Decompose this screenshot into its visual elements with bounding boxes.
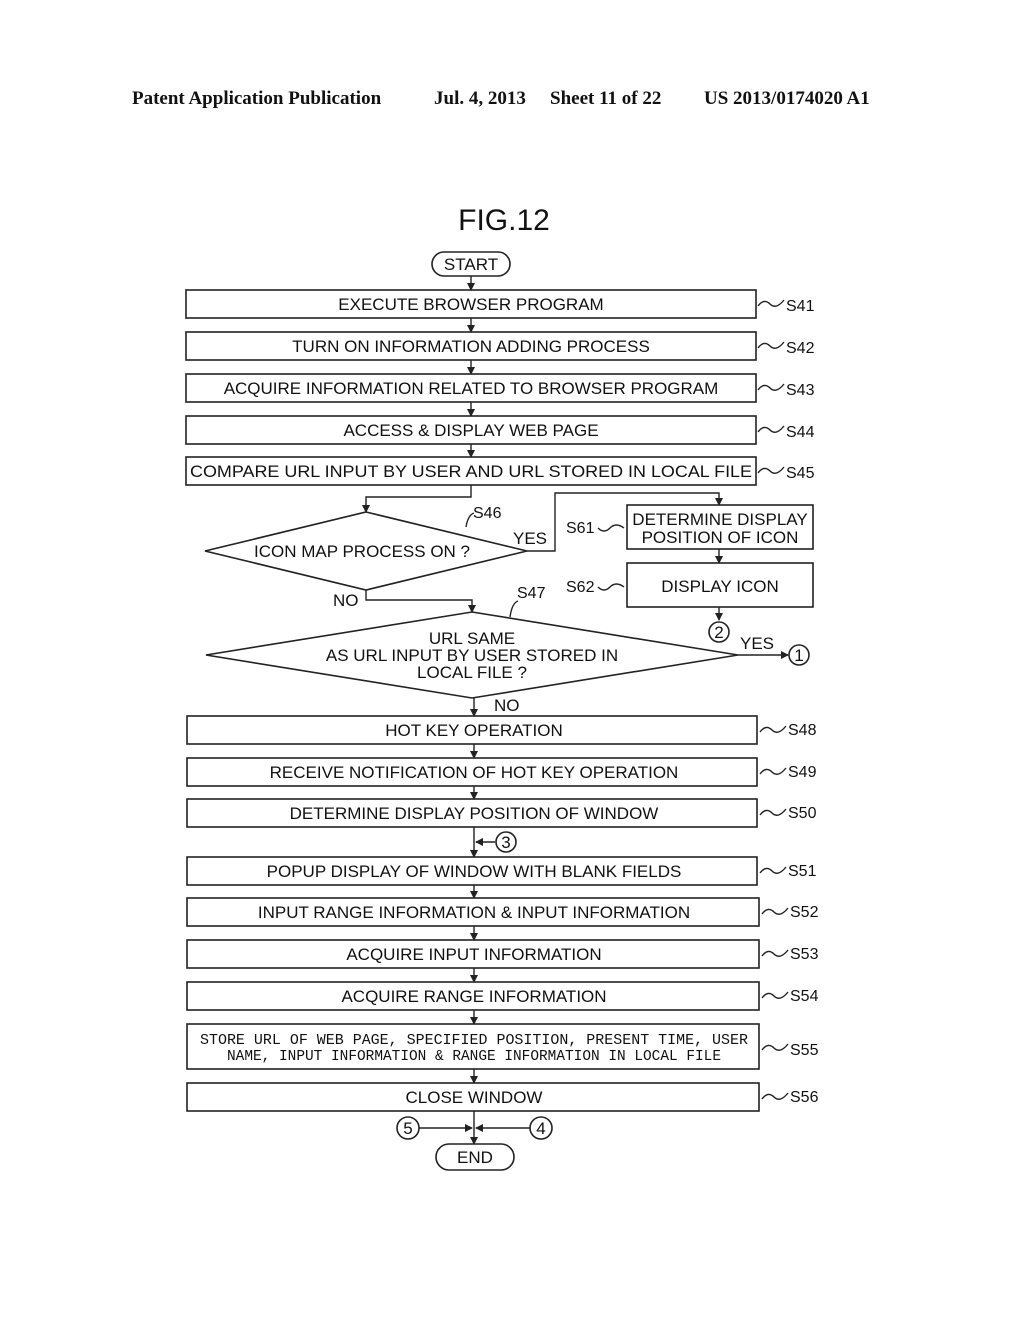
connector-label: 5 [403, 1119, 412, 1138]
step-id: S47 [517, 585, 546, 602]
branch-yes-label: YES [513, 529, 547, 548]
step-id: S56 [790, 1089, 819, 1106]
flowchart: FIG.12 START EXECUTE BROWSER PROGRAM S41… [185, 204, 819, 1171]
connector-4: 4 [529, 1116, 553, 1140]
step-text: ACQUIRE INPUT INFORMATION [346, 945, 601, 964]
step-text: ACQUIRE INFORMATION RELATED TO BROWSER P… [224, 379, 719, 398]
leader-line [757, 341, 785, 349]
leader-line [761, 949, 789, 957]
step-s41: EXECUTE BROWSER PROGRAM S41 [185, 289, 815, 319]
step-s62: DISPLAY ICON S62 [566, 562, 814, 608]
step-text: TURN ON INFORMATION ADDING PROCESS [292, 337, 650, 356]
leader-line [757, 299, 785, 307]
decision-text-line3: LOCAL FILE ? [417, 663, 527, 682]
step-id: S52 [790, 904, 819, 921]
step-id: S51 [788, 863, 817, 880]
step-text-line2: POSITION OF ICON [642, 528, 799, 547]
figure-title: FIG.12 [458, 204, 550, 237]
branch-no-label: NO [333, 591, 359, 610]
step-id: S61 [566, 520, 595, 537]
step-id: S62 [566, 579, 595, 596]
end-label: END [457, 1148, 493, 1167]
connector-1: 1 [788, 644, 810, 666]
step-id: S41 [786, 298, 815, 315]
step-s56: CLOSE WINDOW S56 [186, 1082, 819, 1112]
step-s51: POPUP DISPLAY OF WINDOW WITH BLANK FIELD… [186, 856, 817, 886]
leader-line [757, 425, 785, 433]
step-s45: COMPARE URL INPUT BY USER AND URL STORED… [185, 456, 815, 486]
step-s61: DETERMINE DISPLAY POSITION OF ICON S61 [566, 504, 814, 550]
connector-label: 2 [714, 623, 723, 642]
start-terminal: START [431, 251, 511, 277]
step-id: S49 [788, 764, 817, 781]
step-text-line2: NAME, INPUT INFORMATION & RANGE INFORMAT… [227, 1048, 721, 1065]
leader-line [761, 1043, 789, 1051]
leader-line [509, 600, 519, 618]
step-s49: RECEIVE NOTIFICATION OF HOT KEY OPERATIO… [186, 757, 817, 787]
leader-line [761, 991, 789, 999]
step-s50: DETERMINE DISPLAY POSITION OF WINDOW S50 [186, 798, 817, 828]
leader-line [757, 383, 785, 391]
arrow [362, 485, 472, 513]
leader-line [759, 725, 787, 733]
step-id: S43 [786, 382, 815, 399]
arrow-no [365, 590, 476, 613]
step-text: RECEIVE NOTIFICATION OF HOT KEY OPERATIO… [270, 763, 679, 782]
step-id: S54 [790, 988, 819, 1005]
step-id: S48 [788, 722, 817, 739]
step-text: DETERMINE DISPLAY POSITION OF WINDOW [290, 804, 659, 823]
step-text: ACCESS & DISPLAY WEB PAGE [343, 421, 598, 440]
step-s42: TURN ON INFORMATION ADDING PROCESS S42 [185, 331, 815, 361]
step-text: COMPARE URL INPUT BY USER AND URL STORED… [190, 462, 752, 481]
connector-2: 2 [708, 621, 730, 643]
connector-5: 5 [396, 1116, 420, 1140]
step-text: DISPLAY ICON [661, 577, 778, 596]
step-text: POPUP DISPLAY OF WINDOW WITH BLANK FIELD… [267, 862, 682, 881]
leader-line [759, 767, 787, 775]
step-id: S50 [788, 805, 817, 822]
step-s43: ACQUIRE INFORMATION RELATED TO BROWSER P… [185, 373, 815, 403]
step-s52: INPUT RANGE INFORMATION & INPUT INFORMAT… [186, 897, 819, 927]
step-text: HOT KEY OPERATION [385, 721, 563, 740]
connector-3: 3 [495, 831, 517, 853]
step-s55: STORE URL OF WEB PAGE, SPECIFIED POSITIO… [186, 1023, 819, 1070]
leader-line [759, 808, 787, 816]
step-text-line1: DETERMINE DISPLAY [632, 510, 807, 529]
step-id: S44 [786, 424, 815, 441]
branch-yes-label: YES [740, 634, 774, 653]
step-text: INPUT RANGE INFORMATION & INPUT INFORMAT… [258, 903, 690, 922]
step-text: EXECUTE BROWSER PROGRAM [338, 295, 603, 314]
step-id: S46 [473, 505, 502, 522]
step-id: S42 [786, 340, 815, 357]
step-text: ACQUIRE RANGE INFORMATION [341, 987, 606, 1006]
decision-s46: ICON MAP PROCESS ON ? S46 YES NO [204, 505, 547, 610]
step-text: CLOSE WINDOW [406, 1088, 543, 1107]
decision-text: ICON MAP PROCESS ON ? [254, 542, 470, 561]
end-terminal: END [435, 1143, 515, 1171]
connector-label: 1 [794, 646, 803, 665]
leader-line [597, 583, 625, 591]
connector-label: 4 [536, 1119, 545, 1138]
leader-line [759, 866, 787, 874]
step-id: S55 [790, 1042, 819, 1059]
step-s54: ACQUIRE RANGE INFORMATION S54 [186, 981, 819, 1011]
step-s48: HOT KEY OPERATION S48 [186, 715, 817, 745]
leader-line [597, 524, 625, 532]
step-s53: ACQUIRE INPUT INFORMATION S53 [186, 939, 819, 969]
step-s44: ACCESS & DISPLAY WEB PAGE S44 [185, 415, 815, 445]
step-id: S45 [786, 465, 815, 482]
start-label: START [444, 255, 498, 274]
connector-label: 3 [501, 833, 510, 852]
step-text-line1: STORE URL OF WEB PAGE, SPECIFIED POSITIO… [200, 1032, 748, 1049]
leader-line [757, 466, 785, 474]
leader-line [761, 1092, 789, 1100]
branch-no-label: NO [494, 696, 520, 715]
step-id: S53 [790, 946, 819, 963]
leader-line [761, 907, 789, 915]
